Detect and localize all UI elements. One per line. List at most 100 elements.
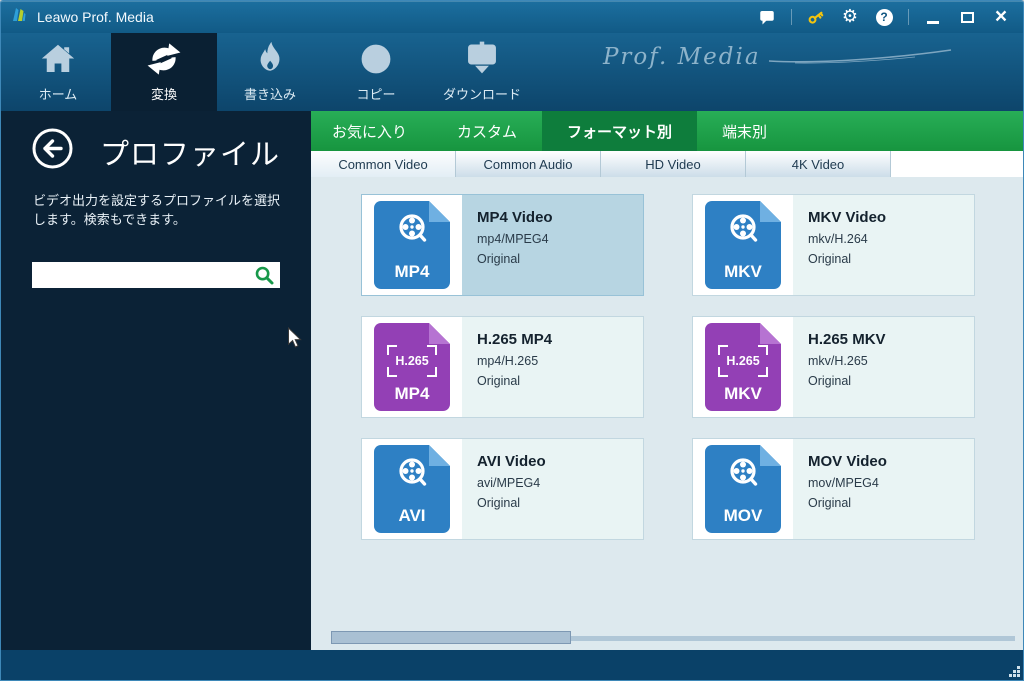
- statusbar: [1, 650, 1023, 680]
- feedback-bubble-icon[interactable]: [757, 6, 777, 28]
- gear-glyph: ⚙: [842, 7, 858, 27]
- search-box: [32, 262, 280, 288]
- codec-label: H.265: [395, 354, 428, 368]
- brand-script: Prof. Media: [603, 44, 955, 70]
- nav-item-copy[interactable]: コピー: [323, 33, 429, 111]
- profile-card-mov[interactable]: MOV MOV Video mov/MPEG4 Original: [692, 438, 975, 540]
- nav-item-download[interactable]: ダウンロード: [429, 33, 535, 111]
- file-type-icon: MP4: [374, 201, 450, 289]
- back-button[interactable]: [31, 127, 74, 170]
- nav-label: ホーム: [39, 84, 78, 103]
- minimize-button[interactable]: [923, 6, 943, 28]
- tab-4k-video[interactable]: 4K Video: [746, 151, 891, 177]
- file-type-icon: H.265 MP4: [374, 323, 450, 411]
- profile-meta: AVI Video avi/MPEG4 Original: [462, 439, 643, 539]
- profile-card-h265-mp4[interactable]: H.265 MP4 H.265 MP4 mp4/H.265 Original: [361, 316, 644, 418]
- profile-format: mkv/H.265: [808, 354, 974, 368]
- nav-label: 変換: [151, 84, 177, 103]
- file-type-icon: MKV: [705, 201, 781, 289]
- panel-description: ビデオ出力を設定するプロファイルを選択します。検索もできます。: [33, 191, 287, 229]
- profile-card-h265-mkv[interactable]: H.265 MKV H.265 MKV mkv/H.265 Original: [692, 316, 975, 418]
- tab-by-device[interactable]: 端末別: [697, 111, 792, 151]
- file-type-icon: H.265 MKV: [705, 323, 781, 411]
- nav-item-burn[interactable]: 書き込み: [217, 33, 323, 111]
- profile-meta: H.265 MKV mkv/H.265 Original: [793, 317, 974, 417]
- profile-icon-area: H.265 MKV: [693, 317, 793, 417]
- app-title: Leawo Prof. Media: [37, 9, 154, 25]
- file-type-badge: MP4: [374, 262, 450, 282]
- codec-label: H.265: [726, 354, 759, 368]
- tab-common-audio[interactable]: Common Audio: [456, 151, 601, 177]
- profile-quality: Original: [477, 496, 643, 510]
- nav-label: 書き込み: [244, 84, 296, 103]
- nav-item-convert[interactable]: 変換: [111, 33, 217, 111]
- profile-title: MOV Video: [808, 453, 974, 470]
- titlebar: Leawo Prof. Media: [1, 1, 1023, 33]
- main-navbar: ホーム 変換 書き込み コピー: [1, 33, 1023, 111]
- profile-format: mp4/MPEG4: [477, 232, 643, 246]
- hscrollbar-thumb[interactable]: [331, 631, 571, 644]
- format-tab-filler: [891, 151, 1023, 177]
- profile-card-mkv[interactable]: MKV MKV Video mkv/H.264 Original: [692, 194, 975, 296]
- profile-title: MKV Video: [808, 209, 974, 226]
- close-button[interactable]: ×: [991, 6, 1011, 28]
- body-row: プロファイル ビデオ出力を設定するプロファイルを選択します。検索もできます。 お…: [1, 111, 1023, 650]
- film-reel-icon: [721, 453, 765, 493]
- help-icon[interactable]: ?: [874, 6, 894, 28]
- format-tab-bar: Common Video Common Audio HD Video 4K Vi…: [311, 151, 1023, 177]
- h265-frame-icon: H.265: [718, 345, 768, 377]
- profile-icon-area: MP4: [362, 195, 462, 295]
- film-reel-icon: [390, 209, 434, 249]
- nav-label: ダウンロード: [443, 84, 521, 103]
- profile-sidebar: プロファイル ビデオ出力を設定するプロファイルを選択します。検索もできます。: [1, 111, 311, 650]
- tab-common-video[interactable]: Common Video: [311, 151, 456, 177]
- file-type-badge: MOV: [705, 506, 781, 526]
- panel-title: プロファイル: [100, 131, 280, 173]
- app-window: Leawo Prof. Media: [0, 0, 1024, 681]
- brand-script-text: Prof. Media: [603, 44, 761, 70]
- file-type-icon: AVI: [374, 445, 450, 533]
- profile-title: MP4 Video: [477, 209, 643, 226]
- resize-grip-icon[interactable]: [1009, 666, 1020, 677]
- profile-format: mp4/H.265: [477, 354, 643, 368]
- brand-swoosh: [765, 48, 955, 64]
- profile-meta: MOV Video mov/MPEG4 Original: [793, 439, 974, 539]
- search-icon[interactable]: [254, 265, 275, 286]
- tab-favorites[interactable]: お気に入り: [311, 111, 432, 151]
- tab-by-format[interactable]: フォーマット別: [542, 111, 697, 151]
- nav-label: コピー: [356, 84, 395, 103]
- file-type-badge: MP4: [374, 384, 450, 404]
- titlebar-separator: [908, 9, 909, 25]
- maximize-button[interactable]: [957, 6, 977, 28]
- profile-icon-area: AVI: [362, 439, 462, 539]
- settings-gear-icon[interactable]: ⚙: [840, 6, 860, 28]
- film-reel-icon: [390, 453, 434, 493]
- h265-frame-icon: H.265: [387, 345, 437, 377]
- profile-quality: Original: [808, 252, 974, 266]
- titlebar-actions: ⚙ ? ×: [757, 6, 1015, 28]
- search-input[interactable]: [32, 262, 280, 288]
- profile-meta: MKV Video mkv/H.264 Original: [793, 195, 974, 295]
- profile-format: avi/MPEG4: [477, 476, 643, 490]
- file-type-icon: MOV: [705, 445, 781, 533]
- nav-item-home[interactable]: ホーム: [5, 33, 111, 111]
- profile-card-mp4[interactable]: MP4 MP4 Video mp4/MPEG4 Original: [361, 194, 644, 296]
- profile-card-avi[interactable]: AVI AVI Video avi/MPEG4 Original: [361, 438, 644, 540]
- profile-grid: MP4 MP4 Video mp4/MPEG4 Original: [361, 194, 1023, 540]
- profile-icon-area: MOV: [693, 439, 793, 539]
- profile-title: AVI Video: [477, 453, 643, 470]
- tab-hd-video[interactable]: HD Video: [601, 151, 746, 177]
- category-tab-bar: お気に入り カスタム フォーマット別 端末別: [311, 111, 1023, 151]
- file-type-badge: AVI: [374, 506, 450, 526]
- app-logo-icon: [9, 5, 29, 30]
- profile-title: H.265 MKV: [808, 331, 974, 348]
- profile-quality: Original: [808, 374, 974, 388]
- profile-icon-area: MKV: [693, 195, 793, 295]
- tab-custom[interactable]: カスタム: [432, 111, 542, 151]
- profile-meta: H.265 MP4 mp4/H.265 Original: [462, 317, 643, 417]
- profile-title: H.265 MP4: [477, 331, 643, 348]
- titlebar-separator: [791, 9, 792, 25]
- profile-quality: Original: [477, 252, 643, 266]
- register-key-icon[interactable]: [806, 6, 826, 28]
- profile-quality: Original: [808, 496, 974, 510]
